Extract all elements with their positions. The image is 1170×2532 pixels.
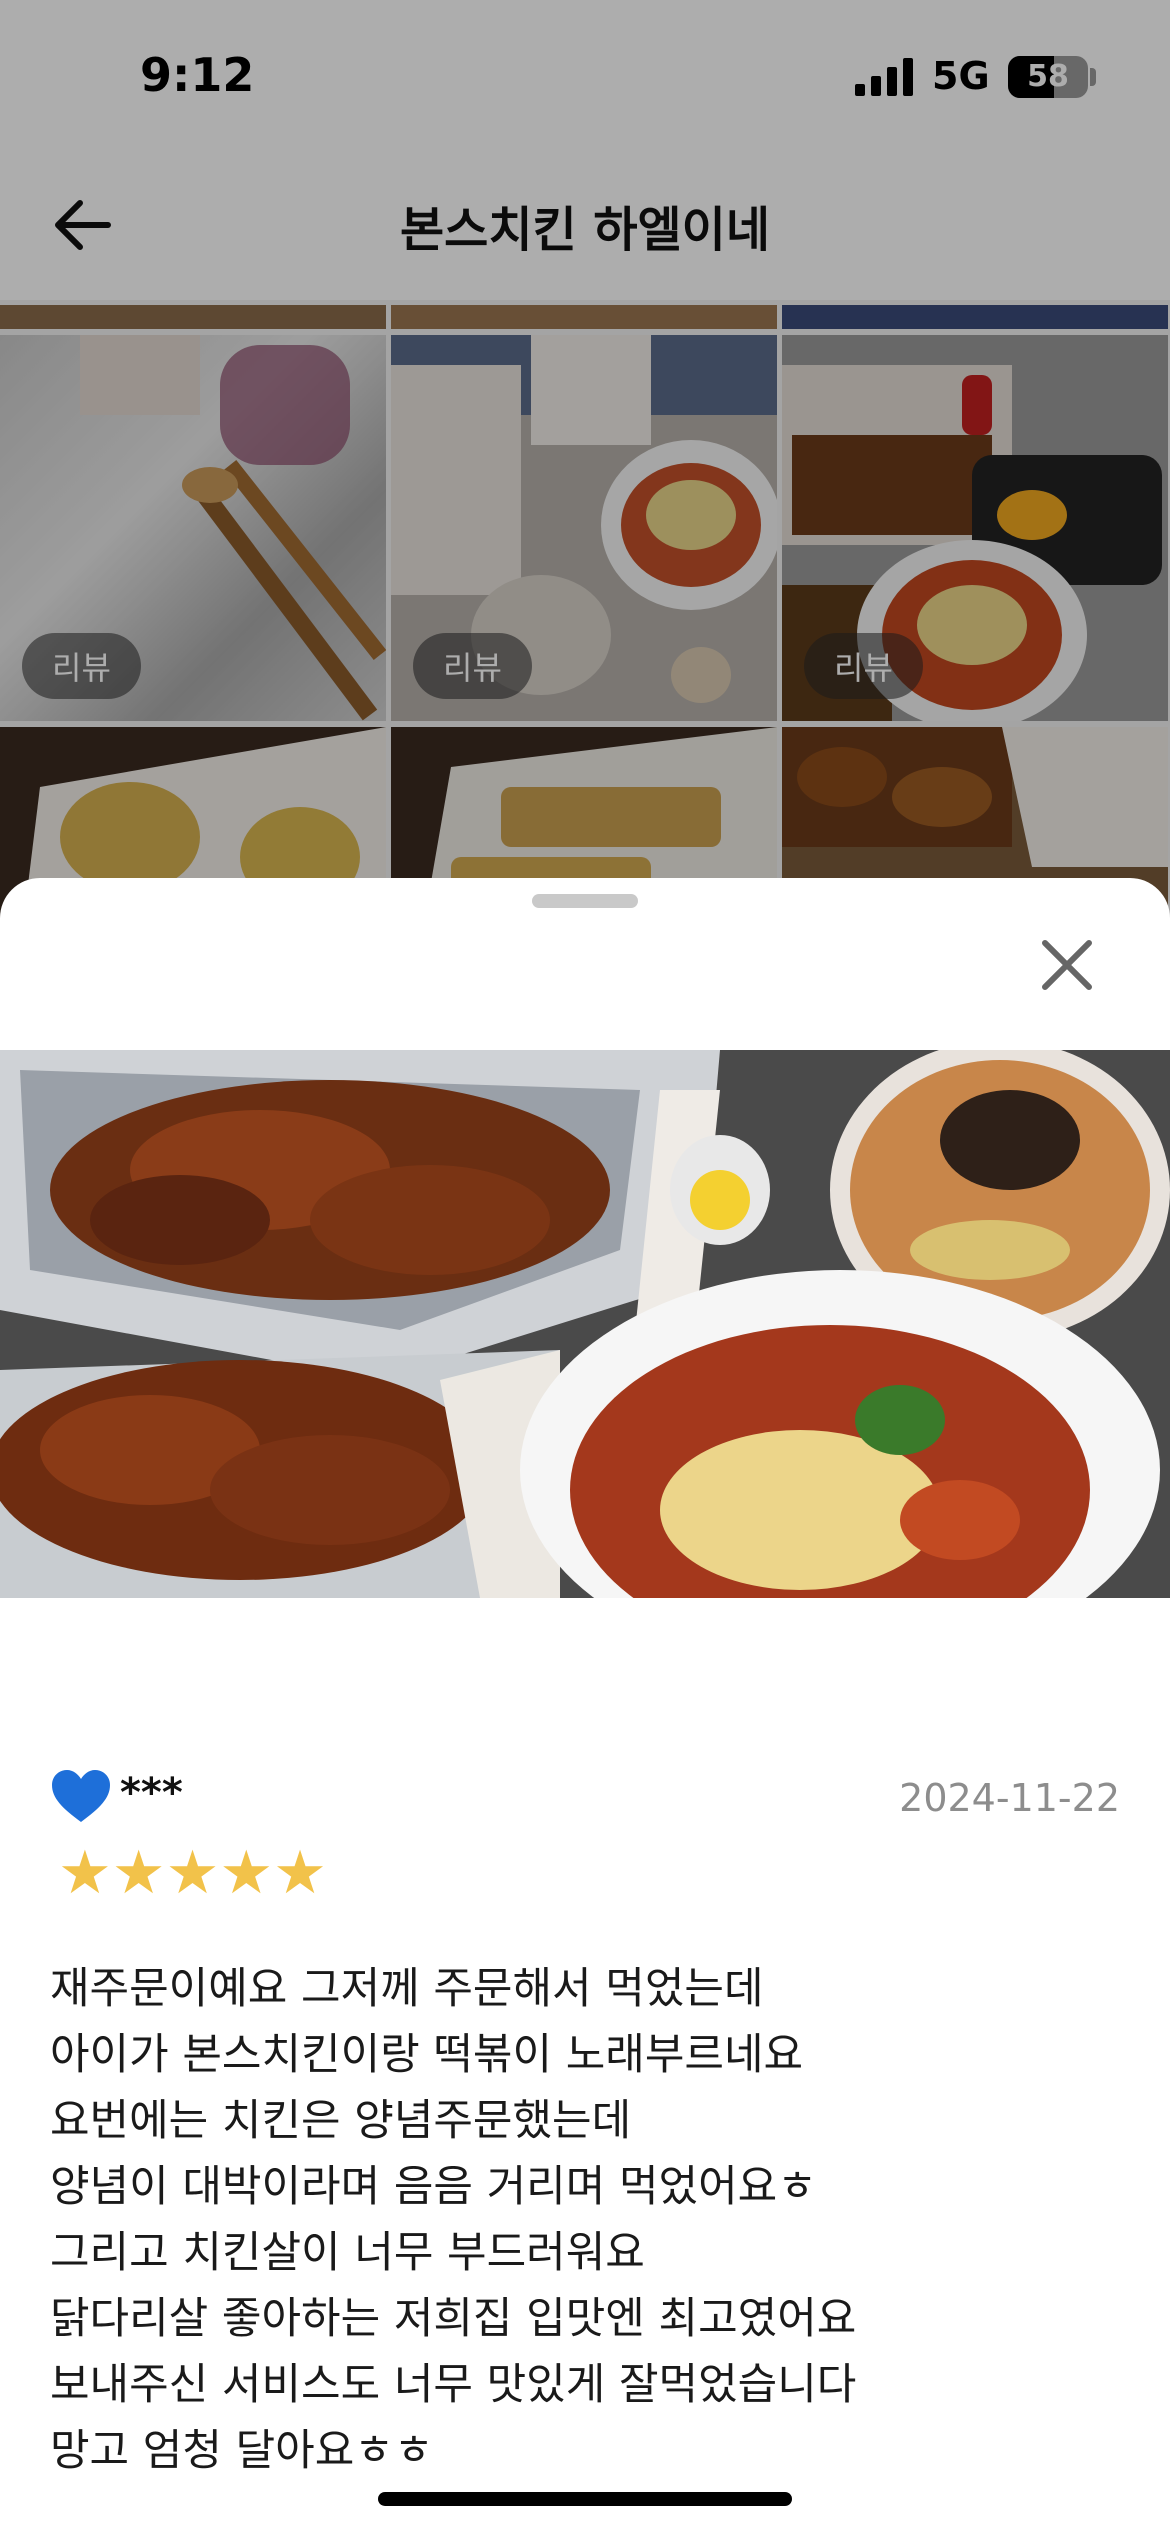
blue-heart-icon	[52, 1770, 110, 1822]
review-line: 요번에는 치킨은 양념주문했는데	[50, 2096, 632, 2146]
review-line: 닭다리살 좋아하는 저희집 입맛엔 최고였어요	[50, 2294, 857, 2344]
review-line: 그리고 치킨살이 너무 부드러워요	[50, 2228, 645, 2278]
review-photo[interactable]	[0, 1050, 1170, 1598]
review-line: 양념이 대박이라며 음음 거리며 먹었어요ㅎ	[50, 2162, 817, 2212]
close-icon[interactable]	[1035, 933, 1099, 997]
review-line: 아이가 본스치킨이랑 떡볶이 노래부르네요	[50, 2030, 804, 2080]
review-header: *** 2024-11-22	[50, 1768, 1120, 1828]
review-sheet: *** 2024-11-22 ★★★★★ 재주문이예요 그저께 주문해서 먹었는…	[0, 878, 1170, 2532]
reviewer-name: ***	[120, 1770, 183, 1816]
background-dim-overlay[interactable]	[0, 0, 1170, 920]
review-date: 2024-11-22	[899, 1776, 1120, 1820]
review-line: 재주문이예요 그저께 주문해서 먹었는데	[50, 1964, 764, 2014]
review-line: 망고 엄청 달아요ㅎㅎ	[50, 2426, 434, 2476]
home-indicator[interactable]	[378, 2492, 792, 2506]
review-photo-image	[0, 1050, 1170, 1598]
review-body: 재주문이예요 그저께 주문해서 먹었는데 아이가 본스치킨이랑 떡볶이 노래부르…	[50, 1956, 1130, 2484]
star-rating: ★★★★★	[58, 1838, 327, 1908]
review-line: 보내주신 서비스도 너무 맛있게 잘먹었습니다	[50, 2360, 857, 2410]
sheet-grabber[interactable]	[532, 894, 638, 908]
